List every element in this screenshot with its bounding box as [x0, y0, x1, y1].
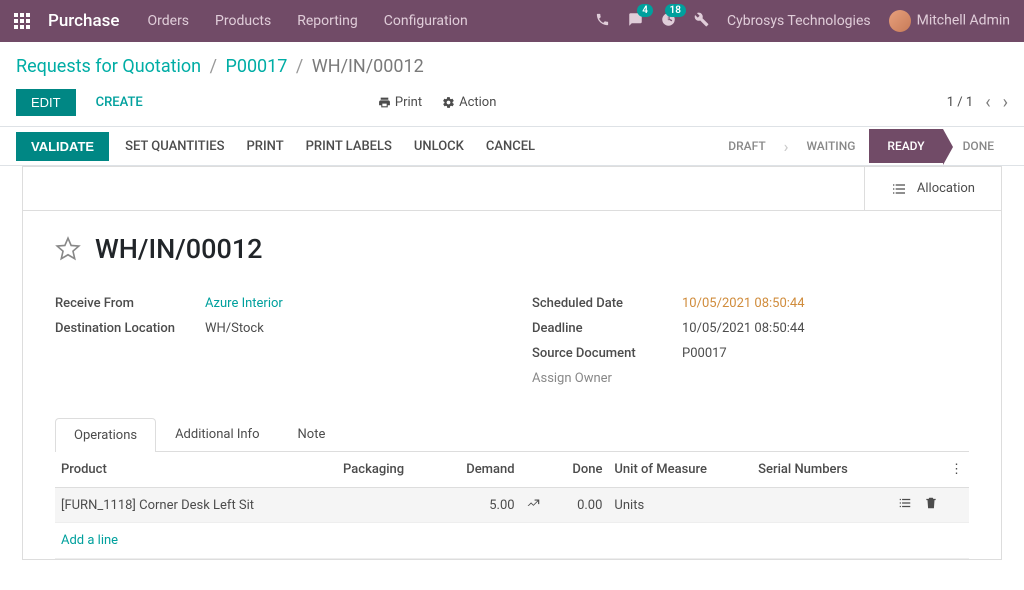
cancel-button[interactable]: CANCEL: [486, 139, 535, 154]
cell-uom: Units: [608, 488, 752, 523]
edit-button[interactable]: EDIT: [16, 89, 76, 116]
col-options-icon[interactable]: ⋮: [944, 452, 969, 488]
breadcrumb-root[interactable]: Requests for Quotation: [16, 56, 201, 77]
company-switch[interactable]: Cybrosys Technologies: [727, 13, 871, 29]
nav-reporting[interactable]: Reporting: [297, 13, 358, 29]
print-dropdown[interactable]: Print: [378, 95, 422, 110]
messages-badge: 4: [637, 4, 653, 17]
control-bar: Requests for Quotation / P00017 / WH/IN/…: [0, 42, 1024, 126]
deadline-value: 10/05/2021 08:50:44: [682, 321, 805, 336]
cell-demand: 5.00: [438, 488, 521, 523]
stage-done[interactable]: DONE: [943, 131, 1008, 161]
pager-value: 1 / 1: [947, 95, 973, 110]
destination-value: WH/Stock: [205, 321, 264, 336]
pager-prev[interactable]: ‹: [985, 94, 990, 112]
activities-icon[interactable]: 18: [661, 12, 676, 31]
top-navbar: Purchase Orders Products Reporting Confi…: [0, 0, 1024, 42]
nav-orders[interactable]: Orders: [148, 13, 190, 29]
action-dropdown[interactable]: Action: [442, 95, 496, 110]
tab-operations[interactable]: Operations: [55, 418, 156, 452]
favorite-star-icon[interactable]: [55, 236, 81, 262]
col-product[interactable]: Product: [55, 452, 337, 488]
col-uom[interactable]: Unit of Measure: [608, 452, 752, 488]
source-doc-value: P00017: [682, 346, 727, 361]
status-bar: VALIDATE SET QUANTITIES PRINT PRINT LABE…: [0, 126, 1024, 166]
unlock-button[interactable]: UNLOCK: [414, 139, 464, 154]
notebook-tabs: Operations Additional Info Note: [55, 417, 969, 452]
col-demand[interactable]: Demand: [438, 452, 521, 488]
user-menu[interactable]: Mitchell Admin: [889, 10, 1010, 32]
print-label: Print: [395, 95, 422, 110]
operations-table: Product Packaging Demand Done Unit of Me…: [55, 452, 969, 559]
status-stages: DRAFT › WAITING READY DONE: [714, 129, 1008, 163]
scheduled-date-label: Scheduled Date: [532, 296, 682, 311]
pager: 1 / 1 ‹ ›: [947, 94, 1008, 112]
table-row[interactable]: [FURN_1118] Corner Desk Left Sit 5.00 0.…: [55, 488, 969, 523]
delete-icon[interactable]: [924, 496, 938, 510]
stage-ready[interactable]: READY: [869, 129, 942, 163]
col-done[interactable]: Done: [551, 452, 609, 488]
print-labels-button[interactable]: PRINT LABELS: [306, 139, 392, 154]
cell-product: [FURN_1118] Corner Desk Left Sit: [55, 488, 337, 523]
nav-right: 4 18 Cybrosys Technologies Mitchell Admi…: [595, 10, 1010, 32]
assign-owner-button[interactable]: Assign Owner: [532, 371, 682, 386]
receive-from-value[interactable]: Azure Interior: [205, 296, 283, 311]
nav-menu: Orders Products Reporting Configuration: [148, 13, 595, 29]
record-title: WH/IN/00012: [95, 233, 263, 265]
destination-label: Destination Location: [55, 321, 205, 336]
nav-configuration[interactable]: Configuration: [384, 13, 468, 29]
col-serials[interactable]: Serial Numbers: [752, 452, 892, 488]
deadline-label: Deadline: [532, 321, 682, 336]
validate-button[interactable]: VALIDATE: [16, 132, 109, 161]
col-packaging[interactable]: Packaging: [337, 452, 438, 488]
scheduled-date-value: 10/05/2021 08:50:44: [682, 296, 805, 311]
messages-icon[interactable]: 4: [628, 12, 643, 31]
stage-draft[interactable]: DRAFT: [714, 131, 779, 161]
cell-done: 0.00: [551, 488, 609, 523]
print-button[interactable]: PRINT: [247, 139, 284, 154]
tools-icon[interactable]: [694, 12, 709, 31]
source-doc-label: Source Document: [532, 346, 682, 361]
tab-additional-info[interactable]: Additional Info: [156, 417, 278, 451]
set-quantities-button[interactable]: SET QUANTITIES: [125, 139, 224, 154]
form-sheet: Allocation WH/IN/00012 Receive FromAzure…: [22, 166, 1002, 560]
action-label: Action: [459, 95, 496, 110]
tab-note[interactable]: Note: [279, 417, 345, 451]
receive-from-label: Receive From: [55, 296, 205, 311]
apps-icon[interactable]: [14, 13, 30, 29]
user-name: Mitchell Admin: [917, 13, 1010, 29]
activities-badge: 18: [665, 4, 686, 17]
breadcrumb-parent[interactable]: P00017: [225, 56, 287, 77]
avatar: [889, 10, 911, 32]
detailed-operations-icon[interactable]: [898, 496, 912, 510]
nav-products[interactable]: Products: [215, 13, 271, 29]
create-button[interactable]: CREATE: [96, 95, 143, 110]
breadcrumb-current: WH/IN/00012: [312, 56, 424, 77]
phone-icon[interactable]: [595, 12, 610, 31]
breadcrumb: Requests for Quotation / P00017 / WH/IN/…: [16, 56, 1008, 77]
allocation-label: Allocation: [917, 181, 975, 196]
stage-waiting[interactable]: WAITING: [792, 131, 869, 161]
forecast-icon[interactable]: [527, 496, 541, 510]
pager-next[interactable]: ›: [1003, 94, 1008, 112]
add-line-button[interactable]: Add a line: [55, 523, 969, 559]
allocation-button[interactable]: Allocation: [864, 167, 1001, 210]
app-name[interactable]: Purchase: [48, 11, 120, 31]
